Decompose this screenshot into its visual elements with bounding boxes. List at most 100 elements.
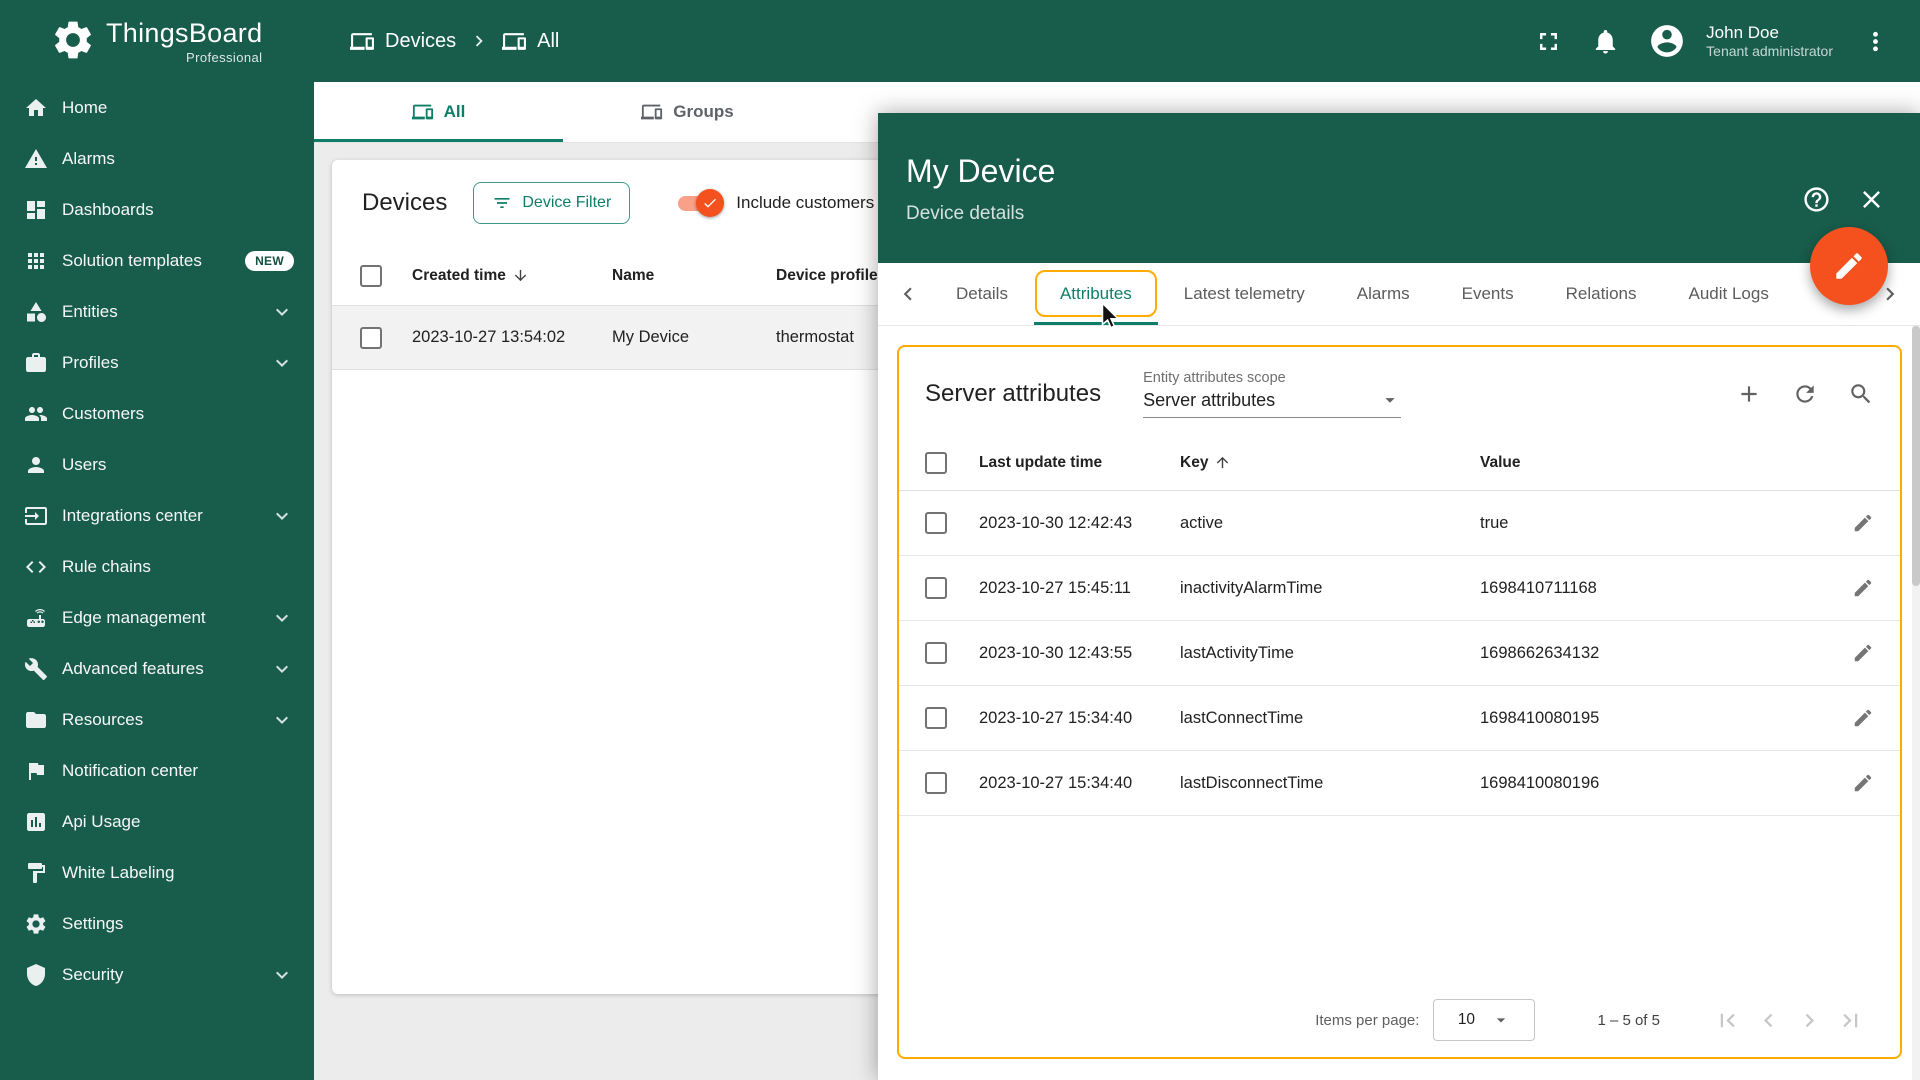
column-value[interactable]: Value xyxy=(1480,454,1814,472)
attribute-row[interactable]: 2023-10-30 12:43:55 lastActivityTime 169… xyxy=(899,621,1900,686)
alarms-icon xyxy=(24,147,48,171)
edit-icon[interactable] xyxy=(1852,642,1874,664)
fullscreen-icon[interactable] xyxy=(1534,27,1563,56)
edit-icon[interactable] xyxy=(1852,707,1874,729)
tab-relations[interactable]: Relations xyxy=(1540,263,1663,325)
edit-icon[interactable] xyxy=(1852,577,1874,599)
sidebar-item-resources[interactable]: Resources xyxy=(0,694,314,745)
sidebar-item-label: Home xyxy=(62,97,108,117)
sidebar-item-solution-templates[interactable]: Solution templates NEW xyxy=(0,235,314,286)
avatar[interactable] xyxy=(1648,22,1686,60)
sidebar-item-label: Entities xyxy=(62,301,118,321)
attributes-heading: Server attributes xyxy=(925,380,1102,407)
page-range-label: 1 – 5 of 5 xyxy=(1597,1011,1660,1029)
next-page-button[interactable] xyxy=(1796,1007,1823,1034)
tab-events[interactable]: Events xyxy=(1436,263,1540,325)
attribute-row[interactable]: 2023-10-30 12:42:43 active true xyxy=(899,491,1900,556)
tab-label: All xyxy=(443,102,466,121)
tab-details[interactable]: Details xyxy=(930,263,1034,325)
breadcrumb-all[interactable]: All xyxy=(502,29,559,54)
sidebar-item-label: Advanced features xyxy=(62,658,204,678)
attribute-row[interactable]: 2023-10-27 15:45:11 inactivityAlarmTime … xyxy=(899,556,1900,621)
app-logo[interactable]: ThingsBoard Professional xyxy=(0,0,314,82)
select-all-checkbox[interactable] xyxy=(360,264,382,287)
notifications-bell-icon[interactable] xyxy=(1591,27,1620,56)
select-all-checkbox[interactable] xyxy=(925,451,947,474)
profiles-icon xyxy=(24,351,48,375)
sidebar-item-home[interactable]: Home xyxy=(0,82,314,133)
tab-all[interactable]: All xyxy=(314,82,563,142)
include-customers-toggle[interactable] xyxy=(676,189,725,217)
sidebar-item-label: Integrations center xyxy=(62,505,203,525)
tab-groups[interactable]: Groups xyxy=(563,82,812,142)
column-key[interactable]: Key xyxy=(1180,454,1480,472)
sidebar-item-customers[interactable]: Customers xyxy=(0,388,314,439)
dropdown-caret-icon xyxy=(1491,1010,1511,1030)
add-attribute-icon[interactable] xyxy=(1736,381,1762,407)
refresh-icon[interactable] xyxy=(1792,381,1818,407)
last-page-button[interactable] xyxy=(1837,1007,1864,1034)
sidebar-item-label: Solution templates xyxy=(62,250,202,270)
user-info[interactable]: John Doe Tenant administrator xyxy=(1706,22,1833,61)
edit-device-fab[interactable] xyxy=(1810,227,1888,305)
scrollbar-thumb[interactable] xyxy=(1912,326,1920,586)
sidebar-item-security[interactable]: Security xyxy=(0,949,314,1000)
sidebar-item-advanced-features[interactable]: Advanced features xyxy=(0,643,314,694)
help-icon[interactable] xyxy=(1802,185,1831,214)
attributes-toolbar: Server attributes Entity attributes scop… xyxy=(899,347,1900,435)
attribute-row[interactable]: 2023-10-27 15:34:40 lastDisconnectTime 1… xyxy=(899,751,1900,816)
users-icon xyxy=(24,453,48,477)
device-filter-button[interactable]: Device Filter xyxy=(473,182,631,224)
close-icon[interactable] xyxy=(1857,185,1886,214)
notification-center-icon xyxy=(24,759,48,783)
tab-audit-logs[interactable]: Audit Logs xyxy=(1663,263,1795,325)
row-checkbox[interactable] xyxy=(360,326,382,349)
column-name[interactable]: Name xyxy=(612,267,776,285)
breadcrumb-label: All xyxy=(537,29,560,52)
devices-icon xyxy=(502,29,527,54)
row-checkbox[interactable] xyxy=(925,642,947,664)
sidebar-item-entities[interactable]: Entities xyxy=(0,286,314,337)
sidebar-item-dashboards[interactable]: Dashboards xyxy=(0,184,314,235)
attribute-scope-select[interactable]: Entity attributes scope Server attribute… xyxy=(1143,370,1402,418)
sidebar-item-white-labeling[interactable]: White Labeling xyxy=(0,847,314,898)
kebab-menu-icon[interactable] xyxy=(1861,27,1890,56)
tab-attributes[interactable]: Attributes xyxy=(1033,263,1158,325)
drawer-tabbar: Details Attributes Latest telemetry Alar… xyxy=(878,263,1920,326)
sidebar-item-edge-management[interactable]: Edge management xyxy=(0,592,314,643)
row-checkbox[interactable] xyxy=(925,512,947,534)
breadcrumb-devices[interactable]: Devices xyxy=(350,29,456,54)
column-last-update-time[interactable]: Last update time xyxy=(979,454,1180,472)
edge-management-icon xyxy=(24,606,48,630)
sidebar-item-profiles[interactable]: Profiles xyxy=(0,337,314,388)
sidebar-item-settings[interactable]: Settings xyxy=(0,898,314,949)
edit-icon[interactable] xyxy=(1852,772,1874,794)
sidebar-item-integrations-center[interactable]: Integrations center xyxy=(0,490,314,541)
cell-last-update-time: 2023-10-30 12:43:55 xyxy=(979,643,1133,662)
edit-icon[interactable] xyxy=(1852,512,1874,534)
row-checkbox[interactable] xyxy=(925,577,947,599)
sidebar-item-api-usage[interactable]: Api Usage xyxy=(0,796,314,847)
tabs-scroll-left-button[interactable] xyxy=(886,263,930,325)
row-checkbox[interactable] xyxy=(925,772,947,794)
search-icon[interactable] xyxy=(1848,381,1874,407)
attribute-row[interactable]: 2023-10-27 15:34:40 lastConnectTime 1698… xyxy=(899,686,1900,751)
previous-page-button[interactable] xyxy=(1755,1007,1782,1034)
sidebar-item-alarms[interactable]: Alarms xyxy=(0,133,314,184)
scrollbar[interactable] xyxy=(1912,326,1920,1080)
brand-tagline: Professional xyxy=(186,50,263,65)
column-created-time[interactable]: Created time xyxy=(412,267,612,285)
cell-value: 1698410711168 xyxy=(1480,578,1597,597)
tab-alarms[interactable]: Alarms xyxy=(1331,263,1436,325)
tab-latest-telemetry[interactable]: Latest telemetry xyxy=(1158,263,1331,325)
pencil-icon xyxy=(1832,249,1866,283)
sidebar-item-users[interactable]: Users xyxy=(0,439,314,490)
sidebar-item-rule-chains[interactable]: Rule chains xyxy=(0,541,314,592)
api-usage-icon xyxy=(24,810,48,834)
first-page-button[interactable] xyxy=(1714,1007,1741,1034)
devices-icon xyxy=(412,101,434,123)
new-badge: NEW xyxy=(245,250,294,271)
row-checkbox[interactable] xyxy=(925,707,947,729)
sidebar-item-notification-center[interactable]: Notification center xyxy=(0,745,314,796)
items-per-page-select[interactable]: 10 xyxy=(1433,999,1536,1041)
